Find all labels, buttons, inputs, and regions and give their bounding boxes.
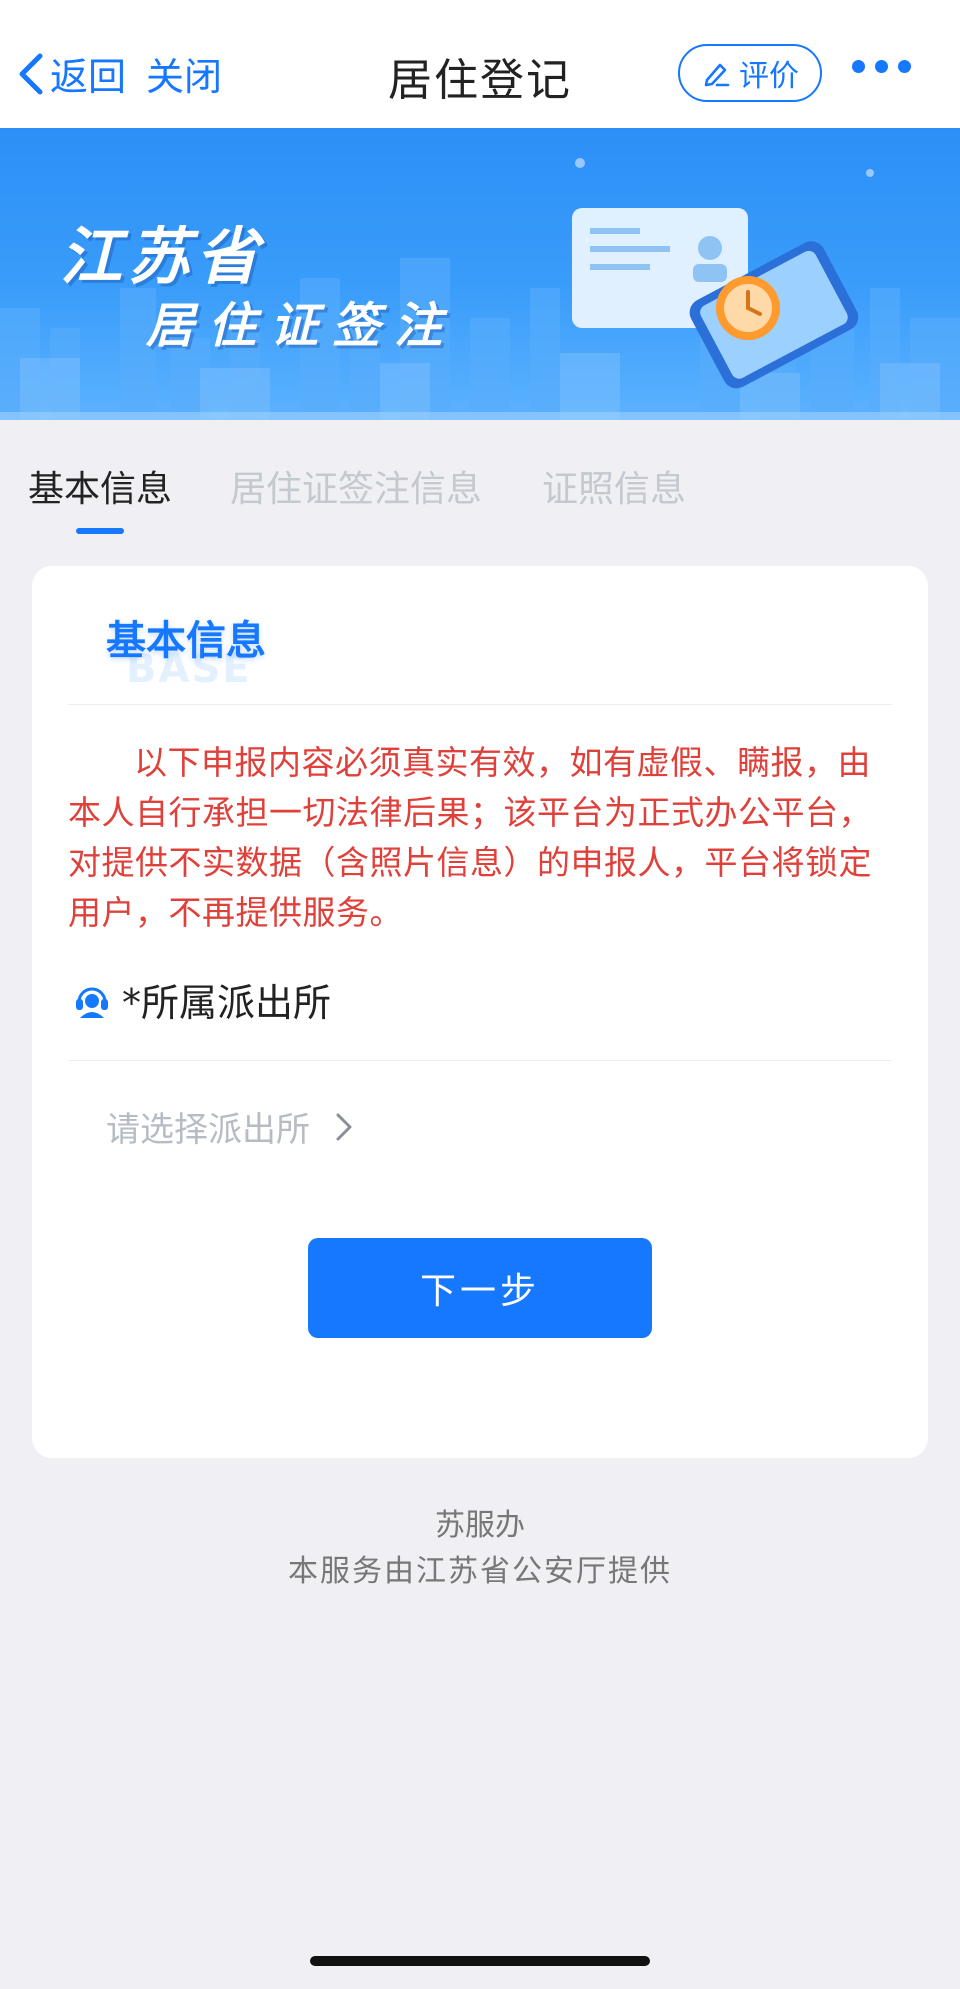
rate-button[interactable]: 评价 bbox=[678, 44, 822, 102]
customer-service-icon bbox=[76, 987, 108, 1018]
divider bbox=[68, 1060, 892, 1061]
police-station-placeholder: 请选择派出所 bbox=[106, 1110, 310, 1150]
section-title: 基本信息 bbox=[106, 618, 266, 664]
tab-bar: 基本信息 居住证签注信息 证照信息 bbox=[0, 420, 960, 540]
home-indicator[interactable] bbox=[310, 1956, 650, 1966]
tab-certificate-info[interactable]: 证照信息 bbox=[542, 460, 686, 512]
more-options-icon[interactable] bbox=[852, 60, 911, 73]
active-tab-indicator bbox=[76, 528, 124, 534]
footer-provider: 本服务由江苏省公安厅提供 bbox=[288, 1554, 672, 1589]
chevron-right-icon bbox=[336, 1113, 352, 1140]
police-station-label: *所属派出所 bbox=[122, 981, 332, 1025]
banner: 江苏省 居住证签注 bbox=[0, 128, 960, 420]
pencil-icon bbox=[704, 63, 730, 87]
footer-app-name: 苏服办 bbox=[435, 1508, 525, 1543]
form-card: BASE 基本信息 以下申报内容必须真实有效，如有虚假、瞒报，由本人自行承担一切… bbox=[32, 566, 928, 1458]
divider bbox=[68, 704, 892, 705]
rate-label: 评价 bbox=[739, 59, 799, 94]
police-station-select[interactable]: 请选择派出所 bbox=[106, 1102, 354, 1151]
tab-basic-info[interactable]: 基本信息 bbox=[28, 460, 172, 512]
tab-residence-permit-info[interactable]: 居住证签注信息 bbox=[230, 460, 482, 512]
banner-title-service: 居住证签注 bbox=[146, 298, 457, 354]
next-step-button[interactable]: 下一步 bbox=[308, 1238, 652, 1338]
legal-notice: 以下申报内容必须真实有效，如有虚假、瞒报，由本人自行承担一切法律后果；该平台为正… bbox=[68, 743, 872, 932]
banner-title-province: 江苏省 bbox=[60, 220, 265, 293]
police-station-field-label-row: *所属派出所 bbox=[72, 972, 331, 1027]
top-nav-bar: 返回 关闭 居住登记 评价 bbox=[0, 0, 960, 128]
